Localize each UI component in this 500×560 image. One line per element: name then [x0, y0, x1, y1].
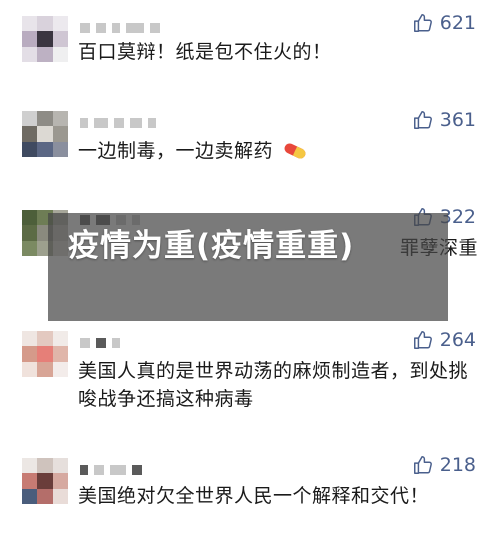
- avatar[interactable]: [22, 458, 68, 504]
- pill-icon: [284, 143, 306, 159]
- avatar[interactable]: [22, 16, 68, 62]
- comment-item: 一边制毒，一边卖解药 361: [0, 105, 500, 215]
- like-button[interactable]: 621: [412, 12, 476, 34]
- username-blurred[interactable]: [80, 20, 160, 36]
- headline-title: 疫情为重(疫情重重): [68, 228, 355, 264]
- avatar[interactable]: [22, 331, 68, 377]
- thumbs-up-icon: [413, 14, 432, 32]
- username-blurred[interactable]: [80, 462, 142, 478]
- like-button[interactable]: 361: [412, 109, 476, 131]
- avatar[interactable]: [22, 111, 68, 157]
- comment-text: 一边制毒，一边卖解药: [78, 137, 470, 165]
- like-button[interactable]: 218: [412, 454, 476, 476]
- thumbs-up-icon: [413, 111, 432, 129]
- like-count: 218: [439, 454, 476, 476]
- comment-item: 美国绝对欠全世界人民一个解释和交代！ 218: [0, 450, 500, 560]
- like-count: 621: [439, 12, 476, 34]
- username-blurred[interactable]: [80, 335, 120, 351]
- like-count: 264: [439, 329, 476, 351]
- thumbs-up-icon: [413, 331, 432, 349]
- comment-text: 美国绝对欠全世界人民一个解释和交代！: [78, 485, 430, 507]
- comment-text: 美国人真的是世界动荡的麻烦制造者，到处挑唆战争还搞这种病毒: [78, 360, 469, 410]
- headline-overlay: 疫情为重(疫情重重): [48, 213, 448, 321]
- comment-text-content: 一边制毒，一边卖解药: [78, 140, 274, 162]
- comment-item: 百口莫辩！纸是包不住火的！ 621: [0, 0, 500, 110]
- comment-item: 美国人真的是世界动荡的麻烦制造者，到处挑唆战争还搞这种病毒 264: [0, 325, 500, 435]
- comment-text: 百口莫辩！纸是包不住火的！: [78, 41, 332, 63]
- thumbs-up-icon: [413, 456, 432, 474]
- like-count: 361: [439, 109, 476, 131]
- username-blurred[interactable]: [80, 115, 156, 131]
- like-button[interactable]: 264: [412, 329, 476, 351]
